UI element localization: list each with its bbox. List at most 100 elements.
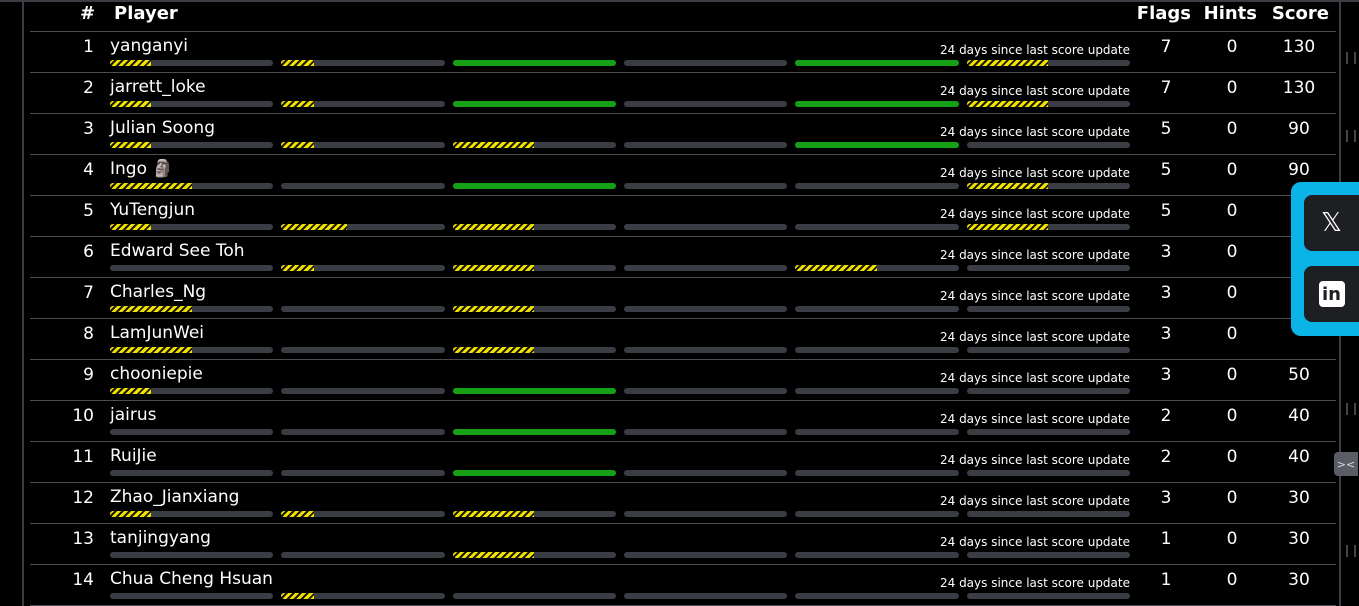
progress-bar [452,142,616,148]
player-name-link[interactable]: tanjingyang [110,528,211,548]
progress-bar [110,142,274,148]
progress-bar [966,511,1130,517]
player-name-link[interactable]: Edward See Toh [110,241,245,261]
progress-bar [452,511,616,517]
scoreboard-rows: 1 yanganyi 24 days since last score update… [30,32,1336,606]
progress-bar [281,388,445,394]
flags-cell: 3 [1160,488,1172,508]
progress-fill [452,347,535,353]
progress-bar [452,60,616,66]
table-row: 13 tanjingyang 24 days since last score up… [30,524,1336,565]
progress-bar [452,470,616,476]
devtools-toggle-button[interactable]: >< [1334,452,1358,476]
rank-cell: 8 [83,324,94,344]
scoreboard: # Player Flags Hints Score 1 yanganyi 24 d… [30,0,1336,606]
progress-bar [966,552,1130,558]
rank-cell: 11 [72,447,94,467]
progress-bar [452,552,616,558]
progress-bar [795,142,959,148]
player-name-link[interactable]: jarrett_loke [110,77,206,97]
progress-bar [452,388,616,394]
player-name-link[interactable]: YuTengjun [110,200,195,220]
progress-fill [966,60,1049,66]
table-row: 5 YuTengjun 24 days since last score updat… [30,196,1336,237]
challenge-progress-bars [110,183,1130,189]
progress-bar [452,101,616,107]
challenge-progress-bars [110,101,1130,107]
progress-bar [623,306,788,312]
rank-cell: 14 [72,570,94,590]
progress-bar [795,470,959,476]
table-row: 1 yanganyi 24 days since last score update… [30,32,1336,73]
progress-bar [281,183,445,189]
progress-bar [281,593,445,599]
progress-fill [452,306,535,312]
progress-bar [281,470,445,476]
progress-fill [110,101,151,107]
progress-bar [452,265,616,271]
player-name-link[interactable]: Ingo 🗿 [110,159,174,179]
challenge-progress-bars [110,511,1130,517]
scroll-tick [1346,52,1356,64]
score-cell: 40 [1288,447,1310,467]
last-update-text: 24 days since last score update [939,289,1130,303]
hints-cell: 0 [1226,570,1238,590]
flags-cell: 5 [1160,201,1172,221]
progress-fill [110,306,192,312]
player-name-link[interactable]: yanganyi [110,36,188,56]
share-linkedin-button[interactable]: in [1304,266,1359,322]
table-row: 3 Julian Soong 24 days since last score up… [30,114,1336,155]
share-x-button[interactable]: 𝕏 [1304,195,1359,251]
progress-bar [110,429,274,435]
flags-cell: 7 [1160,37,1172,57]
progress-bar [110,388,274,394]
rank-cell: 4 [83,160,94,180]
player-name-link[interactable]: Chua Cheng Hsuan [110,569,273,589]
challenge-progress-bars [110,347,1130,353]
challenge-progress-bars [110,593,1130,599]
flags-cell: 5 [1160,160,1172,180]
progress-bar [966,101,1130,107]
progress-bar [795,183,959,189]
progress-bar [110,470,274,476]
progress-bar [795,388,959,394]
progress-bar [110,224,274,230]
table-row: 12 Zhao_Jianxiang 24 days since last score… [30,483,1336,524]
progress-bar [623,470,788,476]
rank-cell: 3 [83,119,94,139]
score-cell: 90 [1288,160,1310,180]
progress-fill [110,142,151,148]
player-name-link[interactable]: Charles_Ng [110,282,206,302]
progress-bar [795,511,959,517]
table-row: 7 Charles_Ng 24 days since last score upda… [30,278,1336,319]
flags-cell: 3 [1160,283,1172,303]
player-name-link[interactable]: RuiJie [110,446,157,466]
progress-fill [795,265,877,271]
progress-bar [623,101,788,107]
player-name-link[interactable]: jairus [110,405,156,425]
table-row: 8 LamJunWei 24 days since last score updat… [30,319,1336,360]
scroll-tick [1346,545,1356,557]
progress-bar [795,306,959,312]
rank-cell: 6 [83,242,94,262]
player-name-link[interactable]: Zhao_Jianxiang [110,487,239,507]
progress-bar [795,552,959,558]
player-column-header: Player [114,3,178,24]
progress-bar [452,429,616,435]
progress-bar [966,60,1130,66]
player-name-link[interactable]: chooniepie [110,364,203,384]
challenge-progress-bars [110,552,1130,558]
progress-fill [110,224,151,230]
player-name-link[interactable]: Julian Soong [110,118,215,138]
last-update-text: 24 days since last score update [939,43,1130,57]
table-row: 11 RuiJie 24 days since last score update 2… [30,442,1336,483]
progress-bar [452,347,616,353]
player-name-link[interactable]: LamJunWei [110,323,204,343]
progress-bar [966,142,1130,148]
rank-cell: 1 [83,37,94,57]
rank-cell: 10 [72,406,94,426]
progress-bar [623,265,788,271]
progress-bar [966,306,1130,312]
flags-cell: 3 [1160,242,1172,262]
progress-bar [795,347,959,353]
